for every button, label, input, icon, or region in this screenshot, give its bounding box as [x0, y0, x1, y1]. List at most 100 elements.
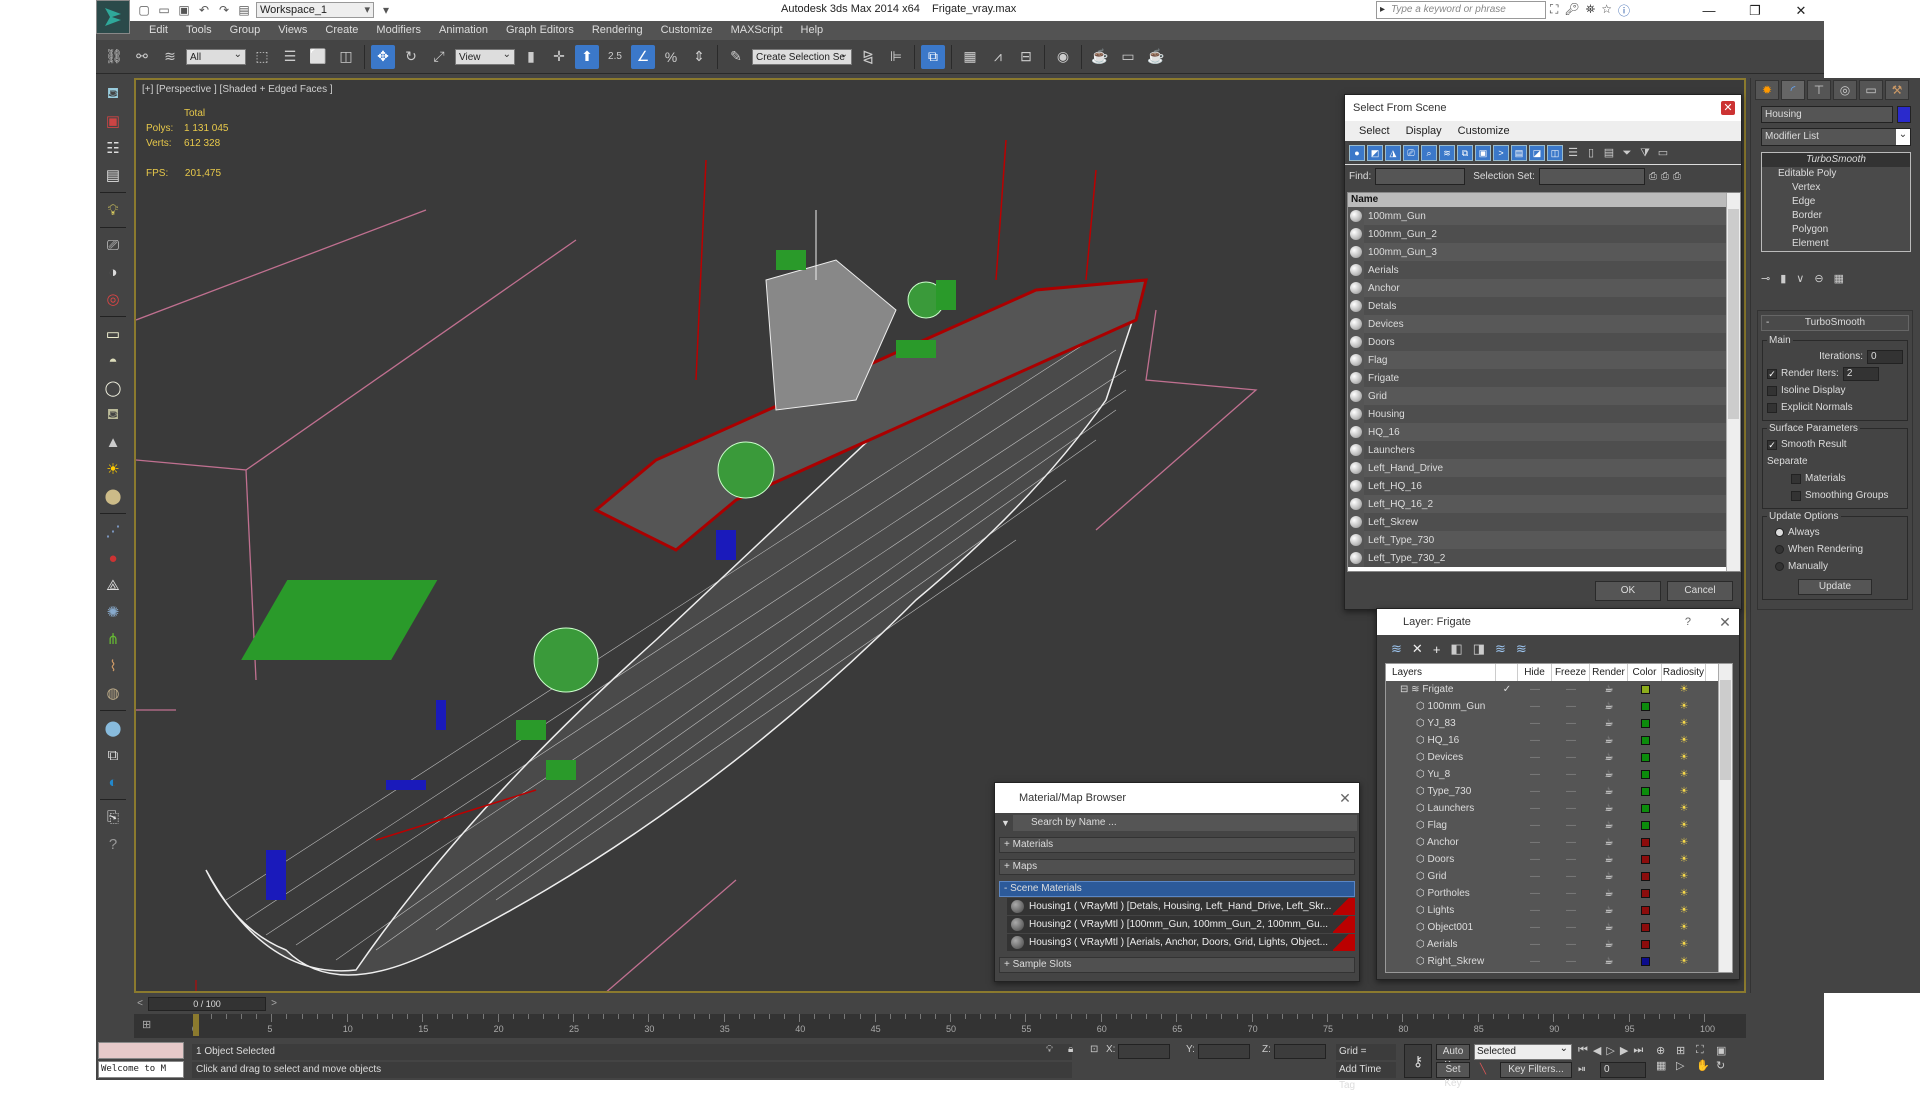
selection-set-dropdown[interactable] [1538, 167, 1645, 185]
freeze-toggle[interactable]: — [1552, 766, 1590, 783]
radiosity-icon[interactable]: ☀︎ [1662, 681, 1706, 698]
align-icon[interactable]: ⊫ [884, 45, 908, 69]
y-coordinate-field[interactable] [1198, 1044, 1250, 1059]
light-lister-icon[interactable]: 💡︎ [101, 198, 125, 222]
freeze-toggle[interactable]: — [1552, 817, 1590, 834]
time-slider-thumb[interactable]: 0 / 100 [148, 997, 266, 1011]
bind-space-warp-icon[interactable]: ≋ [158, 45, 182, 69]
bones-filter-icon[interactable]: > [1493, 144, 1509, 161]
groups-filter-icon[interactable]: ⧉ [1457, 144, 1473, 161]
scene-materials-group[interactable]: - Scene Materials [999, 881, 1355, 897]
render-teapot-icon[interactable]: ☕︎ [1590, 885, 1628, 902]
x-coordinate-field[interactable] [1118, 1044, 1170, 1059]
hair-farm-icon[interactable]: ⌇ [101, 654, 125, 678]
filter-icon[interactable]: ⏷ [1619, 145, 1635, 161]
layer-color-swatch[interactable] [1628, 783, 1662, 800]
column-header[interactable]: Radiosity [1662, 664, 1706, 681]
menu-item[interactable]: Create [316, 21, 367, 40]
zoom-icon[interactable]: ⊕ [1656, 1044, 1674, 1057]
material-item[interactable]: Housing3 ( VRayMtl ) [Aerials, Anchor, D… [1007, 934, 1355, 951]
create-tab-icon[interactable]: ✹ [1755, 80, 1779, 100]
create-layer-icon[interactable]: ≋ [1391, 641, 1402, 657]
field-of-view-icon[interactable]: ▷ [1676, 1059, 1694, 1072]
layer-scrollbar[interactable] [1718, 664, 1732, 972]
render-teapot-icon[interactable]: ☕︎ [1590, 783, 1628, 800]
set-key-mode-icon[interactable]: ⚷ [1404, 1044, 1432, 1078]
list-item[interactable]: Doors [1348, 333, 1726, 351]
layer-manager-icon[interactable]: ⧉ [921, 44, 945, 69]
save-icon[interactable]: ▣ [176, 2, 192, 18]
list-item[interactable]: Aerials [1348, 261, 1726, 279]
minimize-button[interactable]: — [1686, 0, 1732, 21]
current-frame-field[interactable]: 0 [1600, 1062, 1646, 1078]
render-teapot-icon[interactable]: ☕︎ [1590, 902, 1628, 919]
dialog-menu-item[interactable]: Display [1398, 121, 1450, 141]
freeze-toggle[interactable]: — [1552, 953, 1590, 970]
list-item[interactable]: Flag [1348, 351, 1726, 369]
update-button[interactable]: Update [1798, 579, 1872, 595]
hide-toggle[interactable]: — [1518, 766, 1552, 783]
materials-checkbox[interactable] [1791, 473, 1801, 484]
modify-tab-icon[interactable]: ◜ [1781, 80, 1805, 100]
layer-row[interactable]: ⬡ Devices — — ☕︎ ☀︎ [1386, 749, 1732, 766]
hide-toggle[interactable]: — [1518, 919, 1552, 936]
select-and-rotate-icon[interactable]: ↻ [399, 45, 423, 69]
current-layer-check[interactable] [1496, 698, 1518, 715]
go-to-start-icon[interactable]: ⏮ [1578, 1044, 1588, 1057]
render-production-icon[interactable]: ☕ [1144, 45, 1168, 69]
selection-filter-dropdown[interactable]: All [186, 47, 246, 65]
plane-object-icon[interactable]: ⋰ [101, 519, 125, 543]
layer-color-swatch[interactable] [1628, 868, 1662, 885]
new-file-icon[interactable]: ▢ [136, 2, 152, 18]
configure-modifier-sets-icon[interactable]: ▦ [1834, 272, 1844, 285]
hide-toggle[interactable]: — [1518, 851, 1552, 868]
isoline-display-checkbox[interactable] [1767, 385, 1777, 396]
window-crossing-icon[interactable]: ◫ [334, 45, 358, 69]
auto-key-button[interactable]: Auto Key [1436, 1044, 1470, 1071]
layer-color-swatch[interactable] [1628, 834, 1662, 851]
time-slider[interactable]: < 0 / 100 > [134, 995, 1746, 1013]
utilities-tab-icon[interactable]: ⚒ [1885, 80, 1909, 100]
panel-icon[interactable]: ▤ [101, 163, 125, 187]
name-column-header[interactable]: Name [1348, 193, 1740, 207]
next-frame-arrow[interactable]: > [268, 997, 280, 1011]
materials-group[interactable]: + Materials [999, 837, 1355, 853]
sample-slots-group[interactable]: + Sample Slots [999, 957, 1355, 973]
manually-radio[interactable] [1775, 562, 1784, 571]
radiosity-icon[interactable]: ☀︎ [1662, 936, 1706, 953]
proxy-icon[interactable]: ⟁ [101, 573, 125, 597]
close-icon[interactable]: ✕ [1717, 614, 1733, 630]
hide-toggle[interactable]: — [1518, 681, 1552, 698]
layer-color-swatch[interactable] [1628, 749, 1662, 766]
columns-icon[interactable]: ▭ [1655, 145, 1671, 161]
physical-camera-icon[interactable]: ◑ [101, 260, 125, 284]
render-teapot-icon[interactable]: ☕︎ [1590, 749, 1628, 766]
radiosity-icon[interactable]: ☀︎ [1662, 902, 1706, 919]
render-teapot-icon[interactable]: ☕︎ [1590, 800, 1628, 817]
satellite-icon[interactable]: ⛯ [1586, 2, 1596, 19]
cameras-filter-icon[interactable]: ⎚ [1403, 144, 1419, 161]
find-input[interactable] [1375, 167, 1466, 185]
redo-icon[interactable]: ↷ [216, 2, 232, 18]
binoculars-icon[interactable]: ⛶ [1550, 2, 1558, 19]
vray-material-icon[interactable]: ⬤ [101, 716, 125, 740]
layer-color-swatch[interactable] [1628, 902, 1662, 919]
help-icon[interactable]: ⓘ [1618, 2, 1630, 19]
iterations-spinner[interactable]: 0 [1867, 349, 1903, 364]
plane-light-icon[interactable]: ▭ [101, 322, 125, 346]
hide-toggle[interactable]: — [1518, 868, 1552, 885]
schematic-view-icon[interactable]: ⊟ [1014, 45, 1038, 69]
freeze-toggle[interactable]: — [1552, 919, 1590, 936]
radiosity-icon[interactable]: ☀︎ [1662, 732, 1706, 749]
key-filters-button[interactable]: Key Filters... [1500, 1062, 1572, 1078]
layer-row[interactable]: ⬡ Object001— — ☕︎ ☀︎ [1386, 919, 1732, 936]
menu-item[interactable]: Edit [140, 21, 177, 40]
maxscript-mini-listener[interactable]: Welcome to M [98, 1061, 184, 1078]
customize-quick-access-icon[interactable]: ▾ [378, 2, 394, 18]
select-by-name-icon[interactable]: ☰ [278, 45, 302, 69]
helpers-filter-icon[interactable]: ⌕ [1421, 144, 1437, 161]
named-selection-set-dropdown[interactable]: Create Selection Se [752, 47, 852, 65]
camera-icon[interactable]: ⎚ [101, 233, 125, 257]
menu-item[interactable]: Group [221, 21, 270, 40]
freeze-toggle[interactable]: — [1552, 851, 1590, 868]
